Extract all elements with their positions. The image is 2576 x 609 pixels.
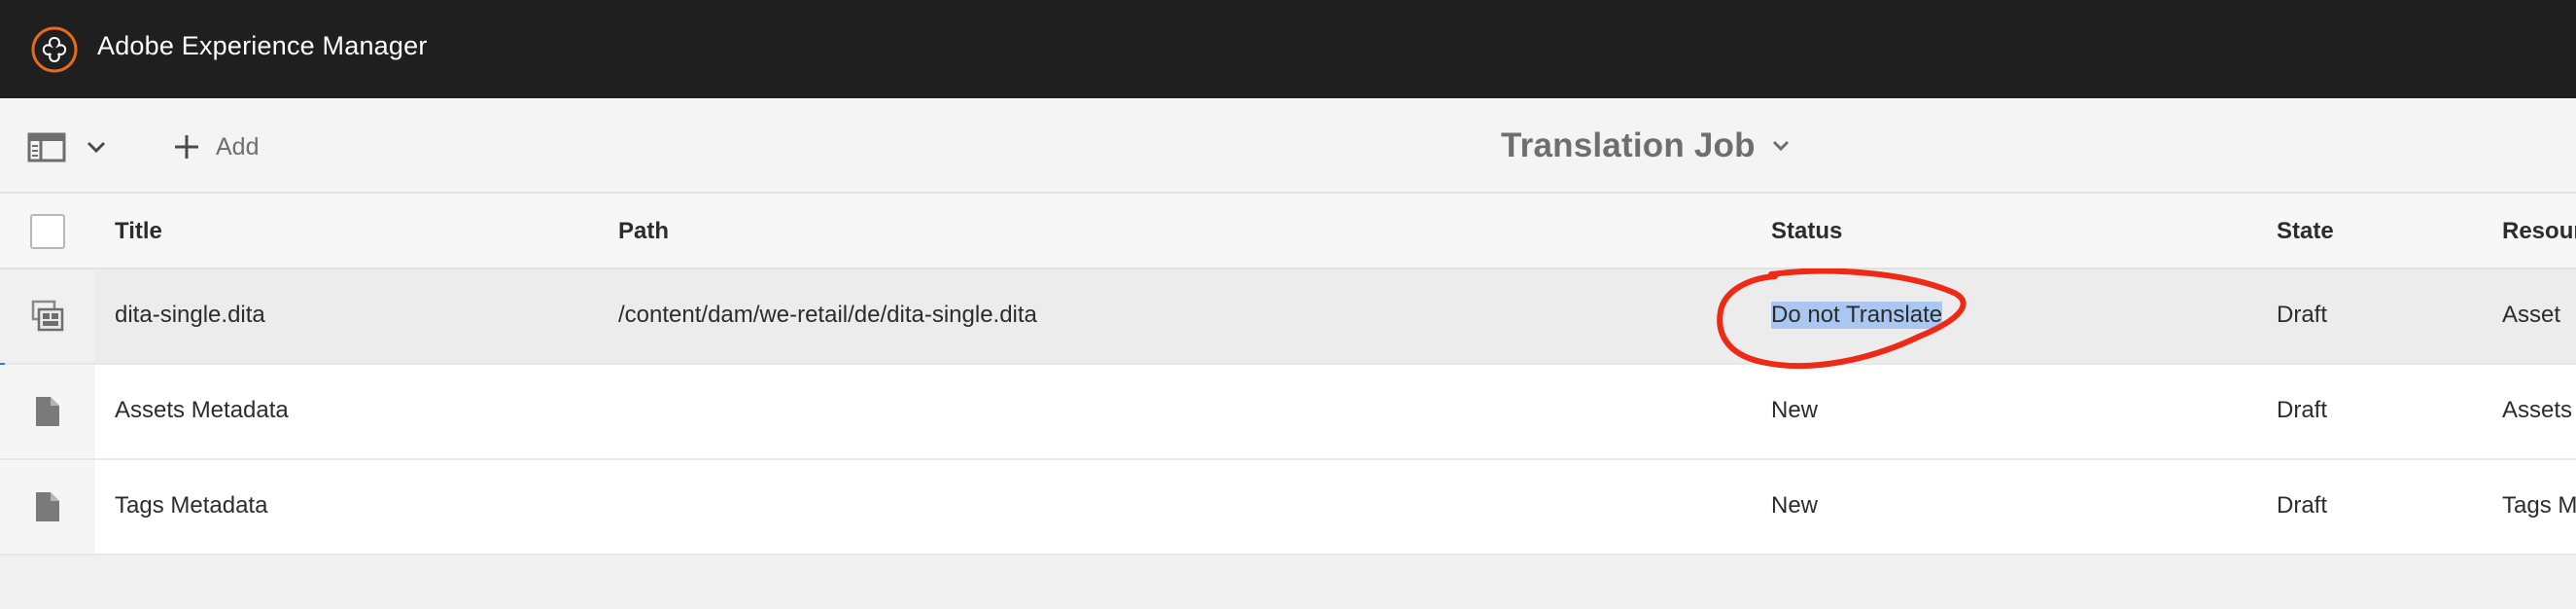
row-thumbnail[interactable] (0, 269, 95, 363)
table-row[interactable]: Tags Metadata New Draft Tags Me (0, 460, 2576, 555)
aem-logo-icon[interactable] (30, 25, 79, 74)
row-thumbnail[interactable] (0, 460, 95, 554)
action-bar: Add Translation Job (0, 98, 2576, 194)
row-resource: Asset (2502, 302, 2561, 328)
document-icon (36, 492, 59, 521)
column-header-path[interactable]: Path (618, 218, 669, 245)
row-path: /content/dam/we-retail/de/dita-single.di… (618, 302, 1037, 328)
row-status: Do not Translate (1771, 302, 1943, 329)
shell-header: Adobe Experience Manager (0, 0, 2576, 98)
row-thumbnail[interactable] (0, 365, 95, 458)
add-label: Add (216, 132, 260, 161)
row-title[interactable]: Tags Metadata (115, 492, 267, 519)
dita-file-icon (31, 300, 64, 332)
column-header-resource[interactable]: Resour (2502, 218, 2576, 245)
column-header-state[interactable]: State (2277, 218, 2334, 245)
row-resource: Assets i (2502, 397, 2576, 423)
rail-toggle-button[interactable] (27, 128, 109, 165)
document-icon (36, 397, 59, 426)
empty-list-area (0, 555, 2576, 609)
row-state: Draft (2277, 302, 2328, 328)
translation-job-title-dropdown[interactable]: Translation Job (1501, 122, 1791, 170)
chevron-down-icon (87, 141, 106, 154)
rail-toggle-icon (27, 132, 66, 162)
table-row[interactable]: dita-single.dita /content/dam/we-retail/… (0, 269, 2576, 365)
row-status: New (1771, 397, 1819, 423)
row-status: New (1771, 492, 1819, 519)
row-resource: Tags Me (2502, 492, 2576, 519)
row-state: Draft (2277, 492, 2328, 519)
chevron-down-icon (1772, 140, 1789, 152)
add-button[interactable]: Add (173, 127, 259, 166)
table-row[interactable]: Assets Metadata New Draft Assets i (0, 365, 2576, 460)
row-state: Draft (2277, 397, 2328, 423)
select-all-checkbox[interactable] (30, 214, 65, 249)
column-header-status[interactable]: Status (1771, 218, 1842, 245)
row-title[interactable]: dita-single.dita (115, 302, 265, 329)
page-title: Translation Job (1501, 126, 1756, 164)
brand-name[interactable]: Adobe Experience Manager (97, 31, 428, 61)
column-header-title[interactable]: Title (115, 218, 162, 245)
plus-icon (175, 135, 198, 159)
row-title[interactable]: Assets Metadata (115, 397, 289, 424)
table-header: Title Path Status State Resour (0, 194, 2576, 269)
